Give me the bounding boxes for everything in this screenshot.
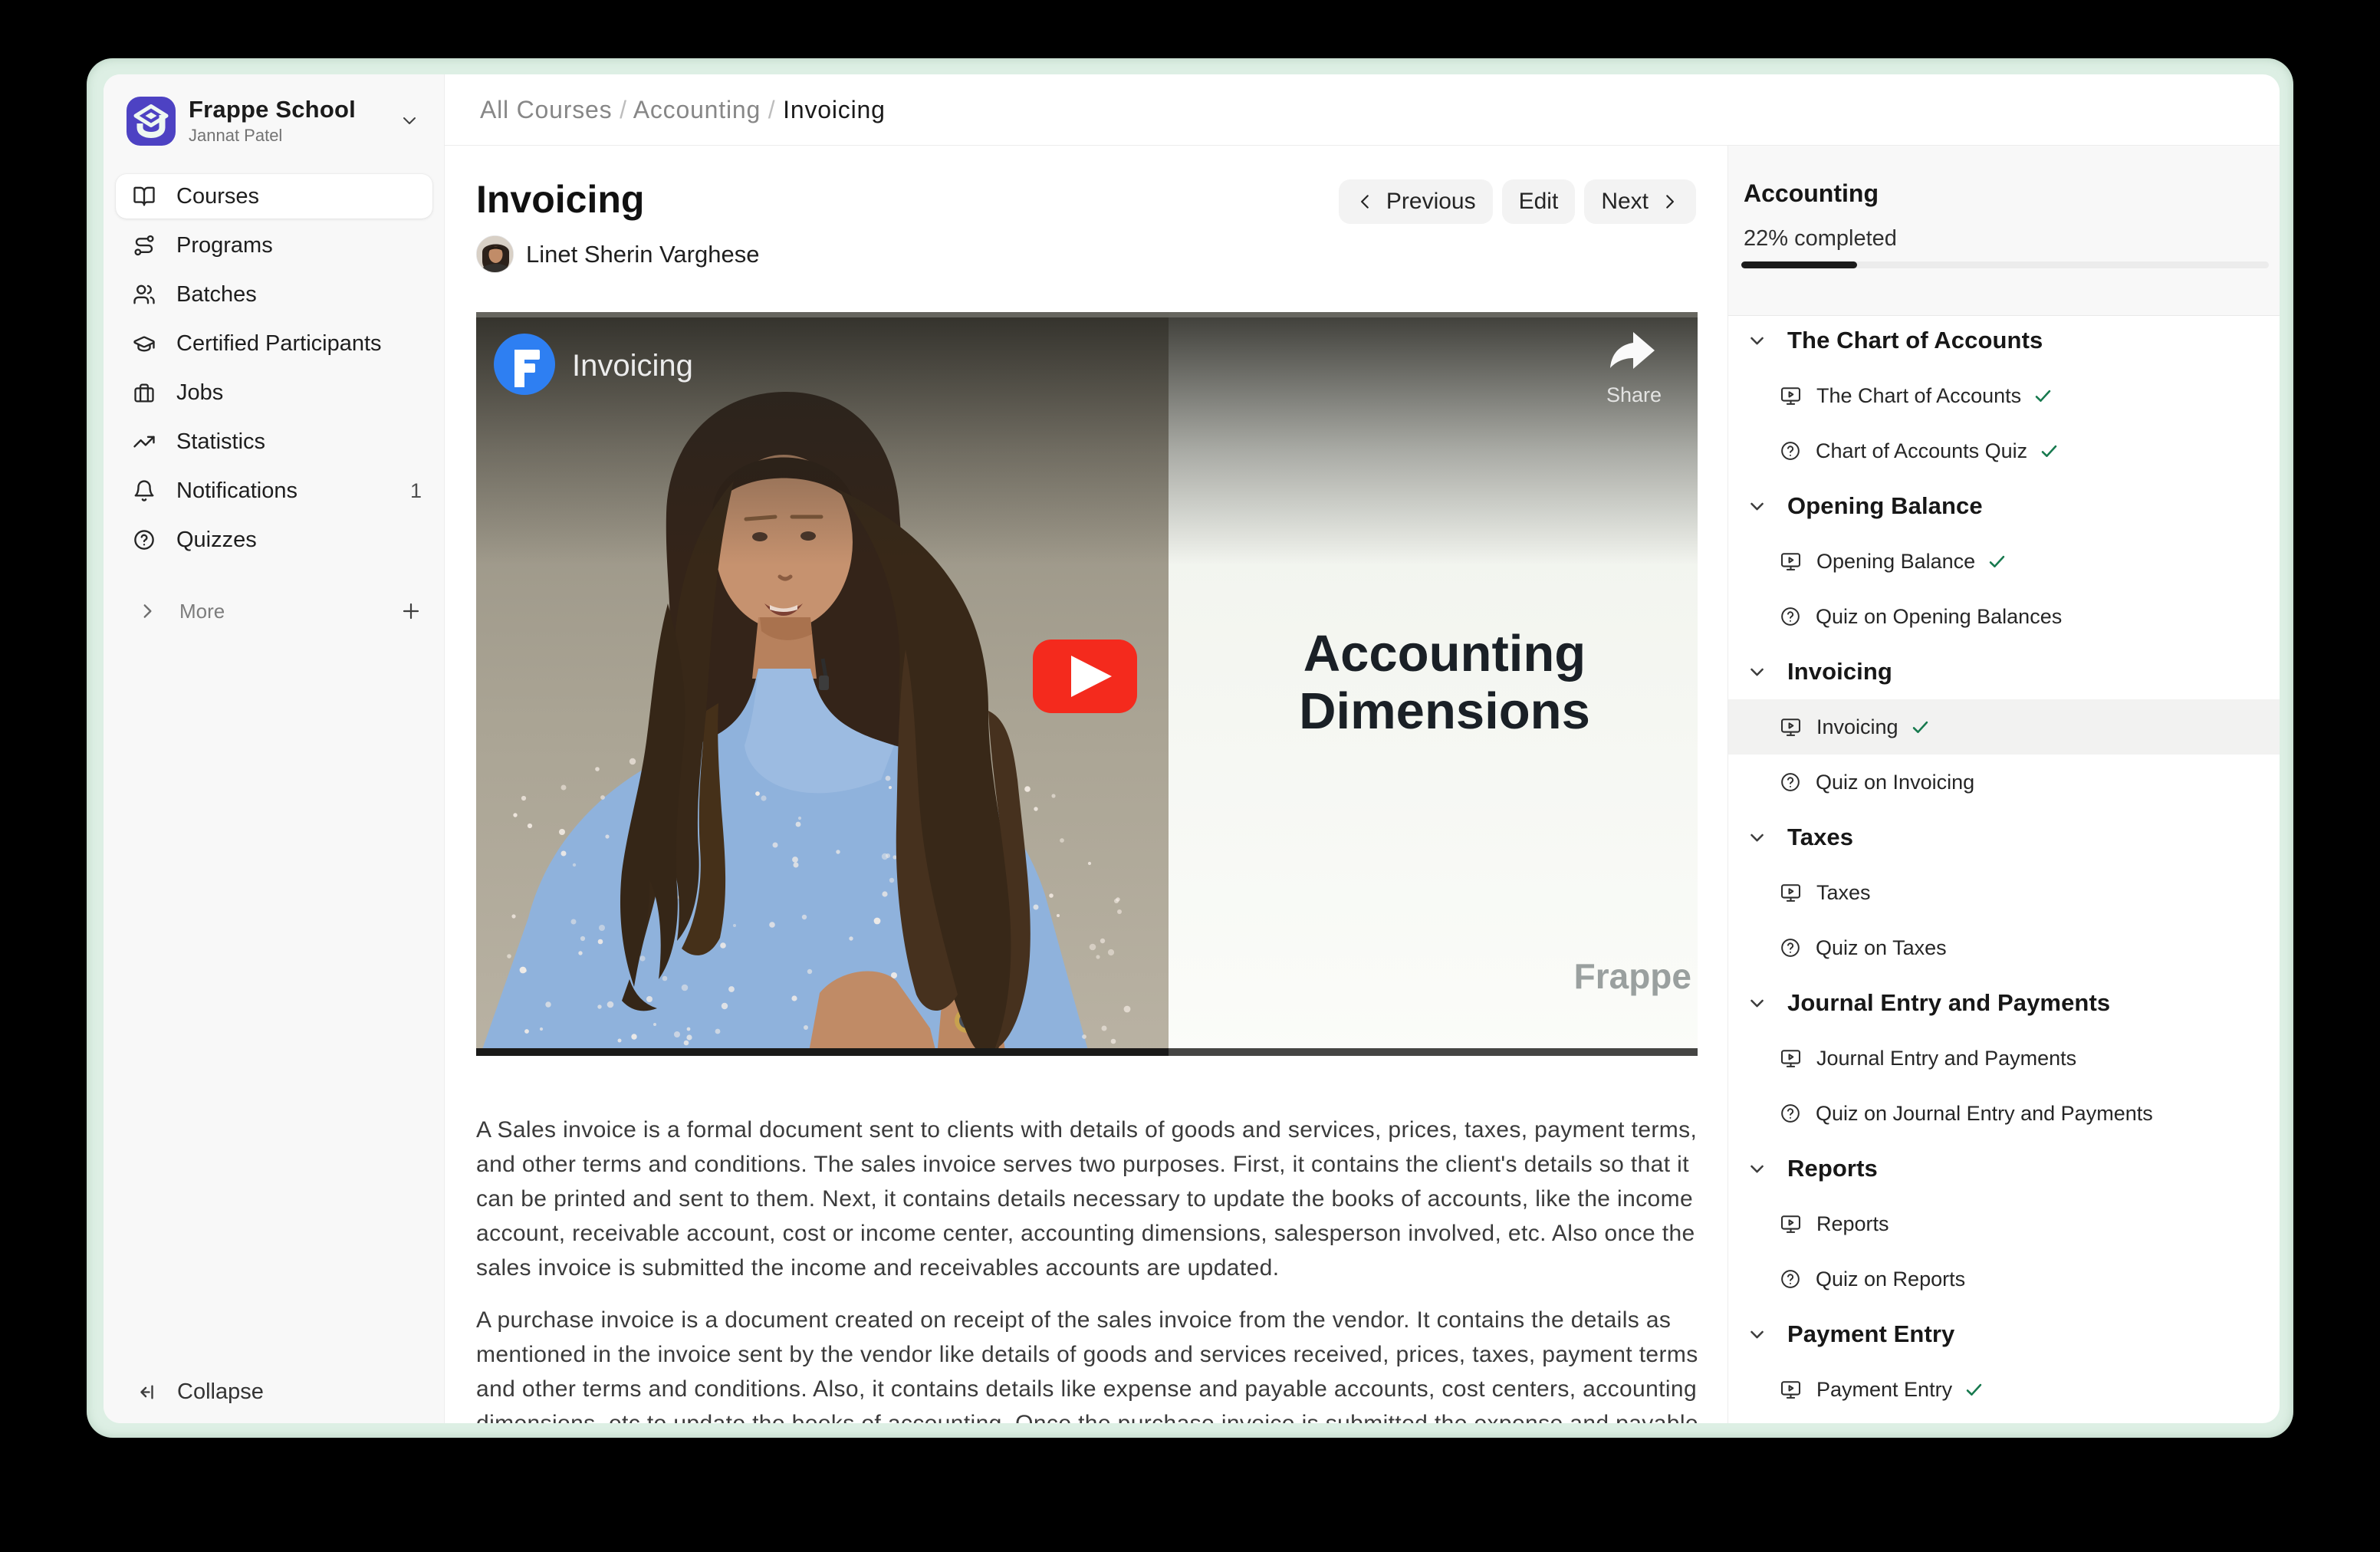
svg-text:Dimensions: Dimensions: [1299, 682, 1590, 740]
svg-text:Accounting: Accounting: [1303, 625, 1586, 682]
svg-text:Frappe: Frappe: [1574, 956, 1691, 996]
svg-text:Invoicing: Invoicing: [572, 349, 693, 383]
svg-text:Share: Share: [1606, 383, 1662, 406]
